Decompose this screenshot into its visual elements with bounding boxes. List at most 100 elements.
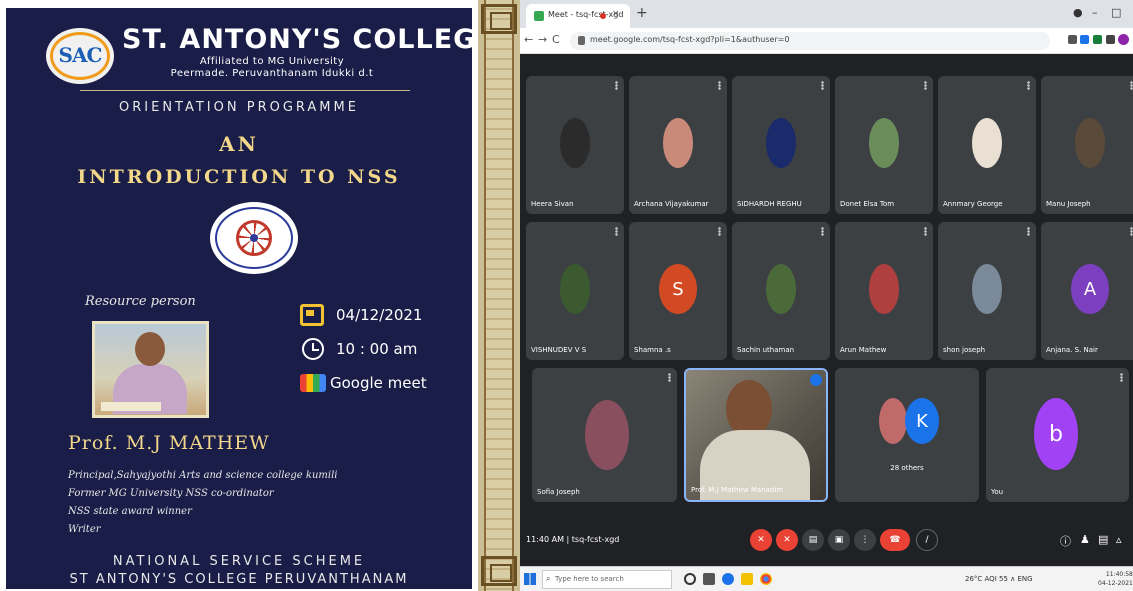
- new-tab-button[interactable]: +: [636, 5, 648, 21]
- tile-options-icon[interactable]: [821, 227, 824, 236]
- self-avatar: b: [1034, 398, 1078, 470]
- meeting-time: 11:40 AM: [526, 535, 564, 544]
- participant-avatar: [663, 118, 693, 168]
- tile-options-icon[interactable]: [668, 373, 671, 382]
- title-line-1: AN: [219, 132, 259, 156]
- tile-options-icon[interactable]: [615, 227, 618, 236]
- forward-button[interactable]: →: [538, 33, 547, 46]
- participant-tile[interactable]: SIDHARDH REGHU: [732, 76, 830, 214]
- college-logo-text: SAC: [58, 43, 103, 67]
- speaking-indicator-icon: [810, 374, 822, 386]
- participant-tile[interactable]: Sachin uthaman: [732, 222, 830, 360]
- participant-name: Sofia Joseph: [537, 488, 580, 496]
- close-tab-icon[interactable]: ×: [612, 9, 620, 19]
- tile-options-icon[interactable]: [821, 81, 824, 90]
- chrome-icon[interactable]: [760, 573, 772, 585]
- people-icon[interactable]: ♟: [1080, 533, 1090, 546]
- participant-name: Anjana. S. Nair: [1046, 346, 1098, 354]
- tile-options-icon[interactable]: [615, 81, 618, 90]
- footer-scheme: NATIONAL SERVICE SCHEME: [112, 554, 366, 569]
- participant-tile[interactable]: Donet Elsa Tom: [835, 76, 933, 214]
- participant-name: Shamna .s: [634, 346, 671, 354]
- extension-icon[interactable]: [1068, 35, 1077, 44]
- cortana-icon[interactable]: [684, 573, 696, 585]
- profile-avatar-icon[interactable]: [1118, 34, 1129, 45]
- hand-raise-button[interactable]: /: [916, 529, 938, 551]
- tile-options-icon[interactable]: [1027, 227, 1030, 236]
- participant-name: Arun Mathew: [840, 346, 887, 354]
- bookmark-star-icon[interactable]: [1080, 35, 1089, 44]
- activities-icon[interactable]: ▵: [1116, 533, 1122, 546]
- participant-tile[interactable]: A Anjana. S. Nair: [1041, 222, 1133, 360]
- browser-toolbar: ← → C meet.google.com/tsq-fcst-xgd?pli=1…: [520, 28, 1133, 54]
- screenshot-root: SAC ST. ANTONY'S COLLEGE Affiliated to M…: [0, 0, 1133, 591]
- taskbar-search-box[interactable]: ⌕ Type here to search: [542, 570, 672, 589]
- speaker-photo-nameplate: [101, 402, 161, 411]
- participant-avatar-k: K: [905, 398, 939, 444]
- tile-options-icon[interactable]: [924, 81, 927, 90]
- tab-strip: Meet - tsq-fcst-xgd × + ● – □: [520, 0, 1133, 28]
- windows-start-icon[interactable]: [524, 573, 536, 585]
- leave-call-button[interactable]: ☎: [880, 529, 910, 551]
- address-url: meet.google.com/tsq-fcst-xgd?pli=1&authu…: [590, 35, 790, 44]
- participant-avatar: [560, 118, 590, 168]
- file-explorer-icon[interactable]: [741, 573, 753, 585]
- present-screen-icon: ▣: [834, 535, 844, 545]
- participant-tile[interactable]: Manu Joseph: [1041, 76, 1133, 214]
- edge-browser-icon[interactable]: [722, 573, 734, 585]
- present-button[interactable]: ▣: [828, 529, 850, 551]
- event-poster: SAC ST. ANTONY'S COLLEGE Affiliated to M…: [6, 8, 472, 589]
- chat-icon[interactable]: ▤: [1098, 533, 1108, 546]
- os-taskbar: ⌕ Type here to search 26°C AQI 55 ∧ ENG …: [520, 566, 1133, 591]
- nss-wheel-hub: [250, 234, 258, 242]
- address-bar[interactable]: meet.google.com/tsq-fcst-xgd?pli=1&authu…: [570, 32, 1050, 50]
- maximize-icon[interactable]: □: [1111, 6, 1121, 19]
- others-tile[interactable]: K 28 others: [835, 368, 979, 502]
- reload-button[interactable]: C: [552, 33, 560, 46]
- meeting-code: tsq-fcst-xgd: [571, 535, 620, 544]
- system-tray[interactable]: 26°C AQI 55 ∧ ENG: [965, 575, 1033, 583]
- task-view-icon[interactable]: [703, 573, 715, 585]
- affiliation-text: Affiliated to MG University: [199, 56, 345, 67]
- taskbar-clock[interactable]: 11:40:58 04-12-2021: [1098, 570, 1133, 588]
- participant-tile[interactable]: S Shamna .s: [629, 222, 727, 360]
- extension-check-icon[interactable]: [1093, 35, 1102, 44]
- captions-button[interactable]: ▤: [802, 529, 824, 551]
- self-tile[interactable]: b You: [986, 368, 1129, 502]
- decorative-border-pattern: [484, 0, 514, 591]
- participant-tile[interactable]: Arun Mathew: [835, 222, 933, 360]
- profile-menu-icon[interactable]: ●: [1073, 6, 1083, 19]
- participant-tile[interactable]: Archana Vijayakumar: [629, 76, 727, 214]
- participant-avatar: [766, 264, 796, 314]
- participant-avatar: [766, 118, 796, 168]
- tile-options-icon[interactable]: [718, 81, 721, 90]
- participant-tile[interactable]: Annmary George: [938, 76, 1036, 214]
- speaker-tile[interactable]: Prof. M.J Mathew Manadim: [684, 368, 828, 502]
- tile-options-icon[interactable]: [718, 227, 721, 236]
- tab-google-meet[interactable]: Meet - tsq-fcst-xgd ×: [526, 4, 630, 28]
- speaker-name: Prof. M.J MATHEW: [68, 432, 270, 454]
- college-address: Peermade. Peruvanthanam Idukki d.t: [170, 68, 374, 79]
- tile-options-icon[interactable]: [1027, 81, 1030, 90]
- tile-options-icon[interactable]: [1120, 373, 1123, 382]
- minimize-icon[interactable]: –: [1092, 6, 1098, 19]
- header-divider: [80, 90, 410, 91]
- lock-icon: [578, 36, 585, 45]
- info-icon[interactable]: ⓘ: [1060, 533, 1071, 549]
- more-options-button[interactable]: ⋮: [854, 529, 876, 551]
- tile-options-icon[interactable]: [924, 227, 927, 236]
- greek-key-ornament: [481, 4, 517, 34]
- camera-button[interactable]: ✕: [776, 529, 798, 551]
- participant-name: shon joseph: [943, 346, 986, 354]
- clock-icon: [302, 338, 324, 360]
- participant-tile[interactable]: VISHNUDEV V S: [526, 222, 624, 360]
- participant-tile[interactable]: Sofia Joseph: [532, 368, 677, 502]
- footer-college: ST ANTONY'S COLLEGE PERUVANTHANAM: [69, 572, 409, 587]
- extensions-puzzle-icon[interactable]: [1106, 35, 1115, 44]
- more-vert-icon: ⋮: [860, 535, 870, 545]
- microphone-button[interactable]: ✕: [750, 529, 772, 551]
- participant-tile[interactable]: shon joseph: [938, 222, 1036, 360]
- nss-logo: [210, 202, 298, 274]
- participant-tile[interactable]: Heera Sivan: [526, 76, 624, 214]
- back-button[interactable]: ←: [524, 33, 533, 46]
